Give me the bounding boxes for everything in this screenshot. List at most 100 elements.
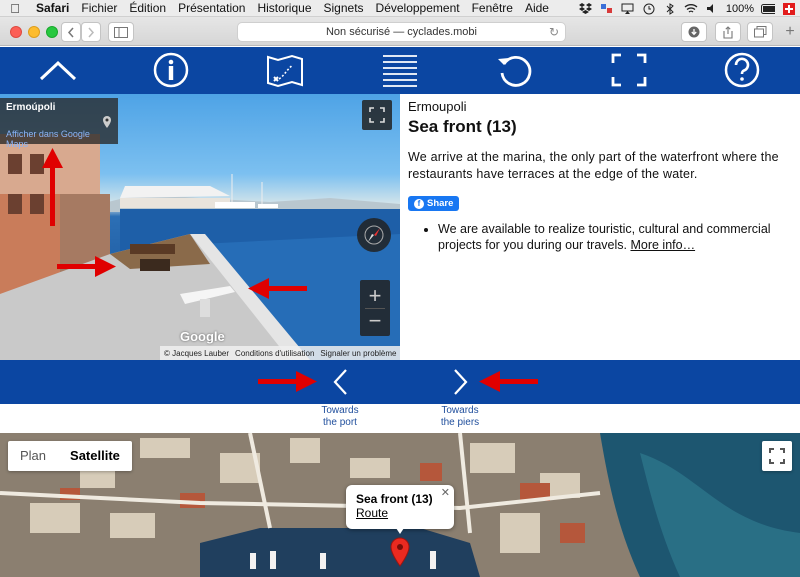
menu-lines-icon[interactable] xyxy=(380,51,420,89)
facebook-icon: f xyxy=(414,198,424,209)
menu-developpement[interactable]: Développement xyxy=(370,1,466,15)
address-text: Non sécurisé — cyclades.mobi xyxy=(325,26,477,38)
battery-percent: 100% xyxy=(725,2,754,15)
sidebar-button[interactable] xyxy=(108,22,134,42)
share-button[interactable] xyxy=(715,22,741,42)
minimize-window-button[interactable] xyxy=(28,26,40,38)
compass-button[interactable] xyxy=(357,218,391,252)
menu-bar:  Safari Fichier Édition Présentation Hi… xyxy=(0,0,800,17)
map-marker-icon[interactable] xyxy=(390,537,410,567)
map-pin-icon xyxy=(103,116,111,128)
map-info-window: ✕ Sea front (13) Route xyxy=(346,485,454,529)
site-nav-bar xyxy=(0,47,800,94)
route-link[interactable]: Route xyxy=(356,506,388,520)
satellite-map[interactable]: Plan Satellite ✕ Sea front (13) Route xyxy=(0,433,800,577)
time-machine-icon[interactable] xyxy=(642,3,656,15)
street-view-place-title: Ermoúpoli xyxy=(6,102,56,113)
info-window-title: Sea front (13) xyxy=(356,492,433,506)
place-name: Ermoupoli xyxy=(408,99,467,114)
compass-icon xyxy=(364,225,384,245)
menu-fenetre[interactable]: Fenêtre xyxy=(466,1,519,15)
fullscreen-icon xyxy=(369,107,385,123)
next-chevron-icon[interactable] xyxy=(450,367,470,397)
list-item: We are available to realize touristic, c… xyxy=(438,221,792,253)
back-button[interactable] xyxy=(61,22,81,42)
share-icon xyxy=(723,25,733,39)
projects-text: We are available to realize touristic, c… xyxy=(438,222,771,252)
fullscreen-icon xyxy=(769,448,785,464)
chevron-right-icon xyxy=(88,27,95,37)
street-view-location-card: Ermoúpoli Afficher dans Google Maps xyxy=(0,98,118,149)
menu-aide[interactable]: Aide xyxy=(519,1,555,15)
tabs-icon xyxy=(753,26,766,38)
info-icon[interactable] xyxy=(151,51,191,89)
menu-presentation[interactable]: Présentation xyxy=(172,1,251,15)
browser-toolbar: Non sécurisé — cyclades.mobi ↻ xyxy=(0,17,800,46)
google-logo: Google xyxy=(180,329,225,344)
downloads-button[interactable] xyxy=(681,22,707,42)
towards-piers-label-2: the piers xyxy=(440,417,480,428)
towards-piers-label-1: Towards xyxy=(441,405,479,416)
map-fullscreen-button[interactable] xyxy=(762,441,792,471)
prev-next-graphics xyxy=(258,371,538,392)
address-bar[interactable]: Non sécurisé — cyclades.mobi ↻ xyxy=(237,22,566,42)
towards-port-label-1: Towards xyxy=(321,405,359,416)
street-view-fullscreen-button[interactable] xyxy=(362,100,392,130)
share-label: Share xyxy=(427,198,454,209)
towards-port-label-2: the port xyxy=(323,417,357,428)
battery-icon[interactable] xyxy=(761,3,775,15)
swiss-flag-icon[interactable] xyxy=(782,2,796,15)
street-view-panorama[interactable]: Ermoúpoli Afficher dans Google Maps + − … xyxy=(0,94,400,360)
menu-historique[interactable]: Historique xyxy=(251,1,317,15)
app-status-icon[interactable] xyxy=(600,3,614,15)
airplay-icon[interactable] xyxy=(621,3,635,15)
more-info-link[interactable]: More info… xyxy=(630,238,695,252)
facebook-share-button[interactable]: f Share xyxy=(408,196,460,211)
annotation-arrows xyxy=(258,371,538,392)
map-type-plan-button[interactable]: Plan xyxy=(8,441,58,471)
prev-next-bar xyxy=(0,360,800,404)
zoom-controls: + − xyxy=(360,280,390,336)
info-list: We are available to realize touristic, c… xyxy=(438,221,792,253)
page-title: Sea front (13) xyxy=(408,117,517,136)
apple-menu-icon[interactable]:  xyxy=(0,1,30,16)
download-icon xyxy=(688,26,700,38)
map-type-control: Plan Satellite xyxy=(8,441,132,471)
menu-safari[interactable]: Safari xyxy=(30,1,75,15)
towards-piers-link[interactable]: Towards the piers xyxy=(430,405,490,429)
bluetooth-icon[interactable] xyxy=(663,2,677,15)
menu-edition[interactable]: Édition xyxy=(123,1,172,15)
terms-link[interactable]: Conditions d'utilisation xyxy=(235,349,314,358)
report-problem-link[interactable]: Signaler un problème xyxy=(320,349,396,358)
forward-button[interactable] xyxy=(81,22,101,42)
tabs-overview-button[interactable] xyxy=(747,22,773,42)
sidebar-icon xyxy=(114,26,128,38)
zoom-window-button[interactable] xyxy=(46,26,58,38)
fullscreen-icon[interactable] xyxy=(609,51,649,89)
menu-signets[interactable]: Signets xyxy=(318,1,370,15)
google-maps-link[interactable]: Afficher dans Google Maps xyxy=(6,129,112,149)
up-chevron-icon[interactable] xyxy=(38,51,78,89)
zoom-out-button[interactable]: − xyxy=(369,308,382,333)
volume-icon[interactable] xyxy=(705,3,719,15)
help-icon[interactable] xyxy=(722,51,762,89)
new-tab-button[interactable]: + xyxy=(780,17,800,46)
close-icon[interactable]: ✕ xyxy=(441,486,450,499)
close-window-button[interactable] xyxy=(10,26,22,38)
chevron-left-icon xyxy=(67,27,74,37)
map-icon[interactable] xyxy=(265,51,305,89)
info-window-pointer xyxy=(396,528,404,534)
previous-chevron-icon[interactable] xyxy=(331,367,351,397)
menu-fichier[interactable]: Fichier xyxy=(75,1,123,15)
zoom-in-button[interactable]: + xyxy=(369,283,382,308)
reload-icon[interactable]: ↻ xyxy=(549,25,559,39)
towards-port-link[interactable]: Towards the port xyxy=(310,405,370,429)
photo-credit: © Jacques Lauber xyxy=(164,348,230,358)
dropbox-icon[interactable] xyxy=(579,3,593,15)
street-view-footer: © Jacques Lauber Conditions d'utilisatio… xyxy=(160,346,400,360)
map-type-satellite-button[interactable]: Satellite xyxy=(58,441,132,471)
refresh-icon[interactable] xyxy=(495,51,535,89)
wifi-icon[interactable] xyxy=(684,3,698,15)
description-panel: Ermoupoli Sea front (13) We arrive at th… xyxy=(400,94,800,360)
description-text: We arrive at the marina, the only part o… xyxy=(408,150,779,181)
